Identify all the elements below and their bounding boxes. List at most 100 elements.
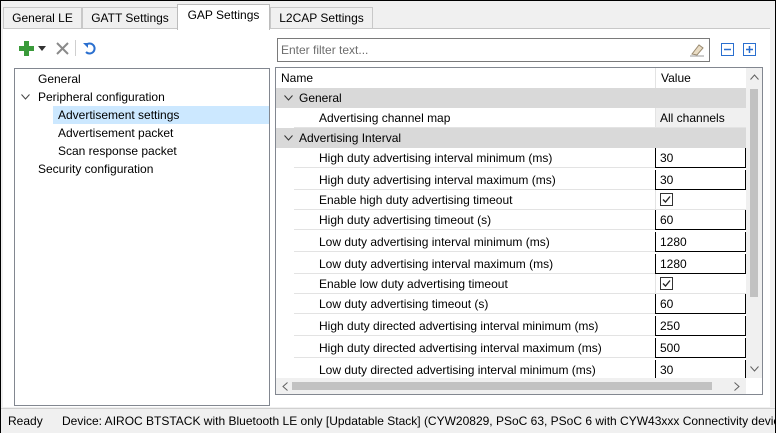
undo-icon[interactable] bbox=[82, 40, 98, 56]
chevron-down-icon[interactable] bbox=[282, 88, 294, 108]
tree-item-scan-response-packet[interactable]: Scan response packet bbox=[53, 142, 269, 160]
property-name: High duty directed advertising interval … bbox=[319, 341, 602, 355]
property-value-cell[interactable]: 60 bbox=[655, 294, 746, 314]
property-row: Low duty advertising interval maximum (m… bbox=[276, 254, 746, 274]
tab-label: GAP Settings bbox=[187, 8, 260, 22]
property-value-cell[interactable]: 1280 bbox=[655, 232, 746, 252]
property-value-cell bbox=[655, 274, 746, 294]
tab-gatt-settings[interactable]: GATT Settings bbox=[82, 7, 178, 29]
property-row: High duty advertising interval minimum (… bbox=[276, 148, 746, 168]
tree-item-label: Scan response packet bbox=[58, 144, 177, 158]
grid-header: Name Value bbox=[276, 68, 746, 88]
column-header-label: Value bbox=[661, 71, 691, 85]
tree-item-security-configuration[interactable]: Security configuration bbox=[16, 160, 268, 178]
property-value-cell[interactable]: 30 bbox=[655, 148, 746, 168]
tree-item-advertisement-settings[interactable]: Advertisement settings bbox=[53, 106, 269, 124]
property-row: High duty directed advertising interval … bbox=[276, 316, 746, 336]
tab-label: General LE bbox=[12, 11, 73, 25]
property-value-cell[interactable]: 1280 bbox=[655, 254, 746, 274]
property-name: Enable low duty advertising timeout bbox=[319, 277, 508, 291]
column-header-name[interactable]: Name bbox=[276, 68, 655, 88]
property-value-cell[interactable]: 500 bbox=[655, 338, 746, 358]
checkbox-enable-high-duty-timeout[interactable] bbox=[660, 193, 673, 206]
property-value: 500 bbox=[660, 341, 681, 355]
tree-item-label: Peripheral configuration bbox=[38, 90, 165, 104]
tree-item-peripheral-configuration[interactable]: Peripheral configuration bbox=[16, 88, 268, 106]
status-device: Device: AIROC BTSTACK with Bluetooth LE … bbox=[62, 414, 776, 428]
property-value: 30 bbox=[660, 151, 674, 165]
property-value-cell[interactable]: 30 bbox=[655, 170, 746, 190]
chevron-down-icon[interactable] bbox=[20, 88, 30, 106]
property-name: Low duty advertising interval minimum (m… bbox=[319, 235, 550, 249]
property-grid: Name Value General Advertising channel m… bbox=[275, 67, 763, 395]
property-value-cell bbox=[655, 190, 746, 210]
property-name: Low duty advertising timeout (s) bbox=[319, 297, 489, 311]
property-value: 1280 bbox=[660, 257, 687, 271]
property-name: Low duty advertising interval maximum (m… bbox=[319, 257, 554, 271]
tab-label: L2CAP Settings bbox=[279, 11, 364, 25]
property-name: Advertising channel map bbox=[319, 111, 451, 125]
property-value: 60 bbox=[660, 297, 674, 311]
expand-all-icon[interactable] bbox=[741, 41, 757, 57]
property-name: Enable high duty advertising timeout bbox=[319, 193, 513, 207]
vertical-scrollbar[interactable] bbox=[746, 68, 762, 378]
tree-item-general[interactable]: General bbox=[16, 70, 268, 88]
status-state: Ready bbox=[8, 414, 43, 428]
tree-item-label: Advertisement settings bbox=[58, 108, 180, 122]
checkbox-enable-low-duty-timeout[interactable] bbox=[660, 277, 673, 290]
property-value-cell[interactable]: 30 bbox=[655, 360, 746, 380]
plus-icon[interactable] bbox=[18, 40, 34, 56]
vertical-scroll-thumb[interactable] bbox=[750, 89, 758, 297]
horizontal-scrollbar[interactable] bbox=[276, 378, 746, 394]
scroll-down-icon[interactable] bbox=[748, 363, 760, 375]
property-row: Advertising channel map All channels bbox=[276, 108, 746, 128]
chevron-down-icon[interactable] bbox=[36, 40, 48, 56]
property-value: 30 bbox=[660, 173, 674, 187]
status-bar: Ready Device: AIROC BTSTACK with Bluetoo… bbox=[1, 408, 776, 433]
horizontal-scroll-thumb[interactable] bbox=[292, 382, 712, 390]
property-value-cell[interactable]: 250 bbox=[655, 316, 746, 336]
tab-l2cap-settings[interactable]: L2CAP Settings bbox=[270, 7, 373, 29]
property-value-cell[interactable]: 60 bbox=[655, 210, 746, 230]
property-value: All channels bbox=[660, 111, 725, 125]
property-value-cell[interactable]: All channels bbox=[655, 108, 746, 128]
tree-item-label: General bbox=[38, 72, 81, 86]
property-value: 250 bbox=[660, 319, 681, 333]
column-header-label: Name bbox=[281, 71, 314, 85]
property-name: High duty advertising interval minimum (… bbox=[319, 151, 553, 165]
chevron-down-icon[interactable] bbox=[282, 128, 294, 148]
tree-item-label: Advertisement packet bbox=[58, 126, 174, 140]
property-value: 1280 bbox=[660, 235, 687, 249]
property-row: Low duty directed advertising interval m… bbox=[276, 360, 746, 380]
tab-label: GATT Settings bbox=[91, 11, 169, 25]
property-name: High duty advertising timeout (s) bbox=[319, 213, 492, 227]
property-value: 60 bbox=[660, 213, 674, 227]
property-value: 30 bbox=[660, 363, 674, 377]
tree-item-label: Security configuration bbox=[38, 162, 154, 176]
eraser-icon[interactable] bbox=[689, 42, 705, 61]
close-icon[interactable] bbox=[54, 40, 70, 56]
scroll-up-icon[interactable] bbox=[748, 71, 760, 83]
tab-general-le[interactable]: General LE bbox=[3, 7, 82, 29]
column-header-value[interactable]: Value bbox=[655, 68, 746, 88]
group-row-general[interactable]: General bbox=[276, 88, 746, 108]
group-row-advertising-interval[interactable]: Advertising Interval bbox=[276, 128, 746, 148]
property-row: Enable low duty advertising timeout bbox=[276, 274, 746, 294]
property-name: Low duty directed advertising interval m… bbox=[319, 363, 596, 377]
property-row: High duty advertising interval maximum (… bbox=[276, 170, 746, 190]
tree-item-advertisement-packet[interactable]: Advertisement packet bbox=[53, 124, 269, 142]
configuration-tree: General Peripheral configuration Adverti… bbox=[14, 68, 270, 406]
property-row: High duty advertising timeout (s) 60 bbox=[276, 210, 746, 230]
group-label: Advertising Interval bbox=[299, 131, 402, 145]
scroll-right-icon[interactable] bbox=[731, 380, 743, 392]
property-row: Enable high duty advertising timeout bbox=[276, 190, 746, 210]
scroll-left-icon[interactable] bbox=[279, 380, 291, 392]
tab-gap-settings[interactable]: GAP Settings bbox=[177, 4, 270, 30]
filter-box bbox=[277, 38, 710, 62]
property-name: High duty directed advertising interval … bbox=[319, 319, 599, 333]
filter-input[interactable] bbox=[281, 42, 681, 58]
group-label: General bbox=[299, 91, 342, 105]
collapse-all-icon[interactable] bbox=[719, 41, 735, 57]
property-row: Low duty advertising timeout (s) 60 bbox=[276, 294, 746, 314]
toolbar-separator bbox=[75, 40, 76, 56]
